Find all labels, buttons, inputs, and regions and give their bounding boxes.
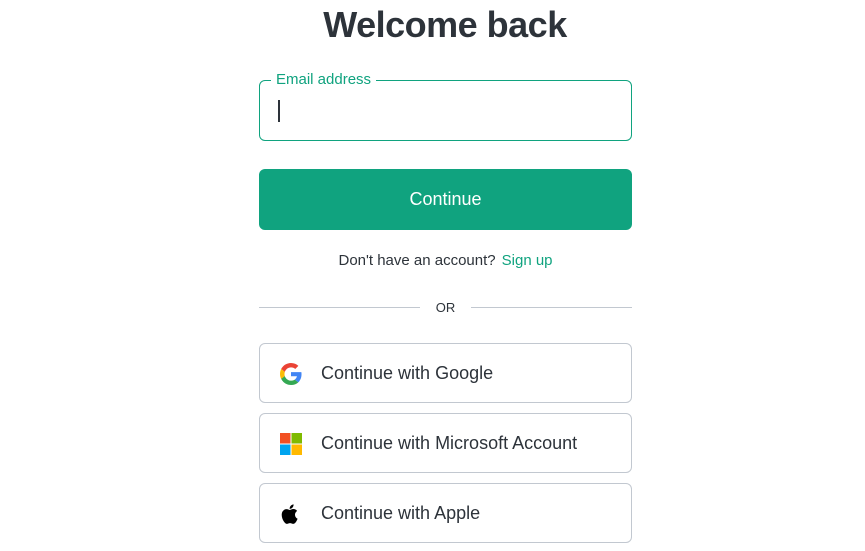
continue-with-microsoft-button[interactable]: Continue with Microsoft Account bbox=[259, 413, 632, 473]
or-divider: OR bbox=[259, 300, 632, 316]
continue-with-google-button[interactable]: Continue with Google bbox=[259, 343, 632, 403]
apple-button-label: Continue with Apple bbox=[321, 503, 481, 523]
google-logo-icon bbox=[280, 363, 302, 385]
email-field-container[interactable]: Email address bbox=[259, 71, 632, 141]
signup-prompt-text: Don't have an account? bbox=[338, 252, 496, 269]
continue-button[interactable]: Continue bbox=[259, 169, 632, 230]
divider-or-label: OR bbox=[435, 300, 456, 315]
microsoft-button-label: Continue with Microsoft Account bbox=[321, 433, 578, 453]
google-button-label: Continue with Google bbox=[321, 363, 494, 383]
text-caret bbox=[278, 100, 280, 122]
continue-with-apple-button[interactable]: Continue with Apple bbox=[259, 483, 632, 543]
email-input[interactable] bbox=[260, 81, 631, 140]
page-title: Welcome back bbox=[323, 4, 567, 45]
signup-prompt-row: Don't have an account? Sign up bbox=[259, 252, 632, 269]
apple-logo-icon bbox=[280, 503, 302, 525]
divider-line-right bbox=[471, 307, 632, 308]
microsoft-logo-icon bbox=[280, 433, 302, 455]
sign-up-link[interactable]: Sign up bbox=[502, 252, 553, 269]
login-page: Welcome back Email address Continue Don'… bbox=[0, 0, 865, 551]
